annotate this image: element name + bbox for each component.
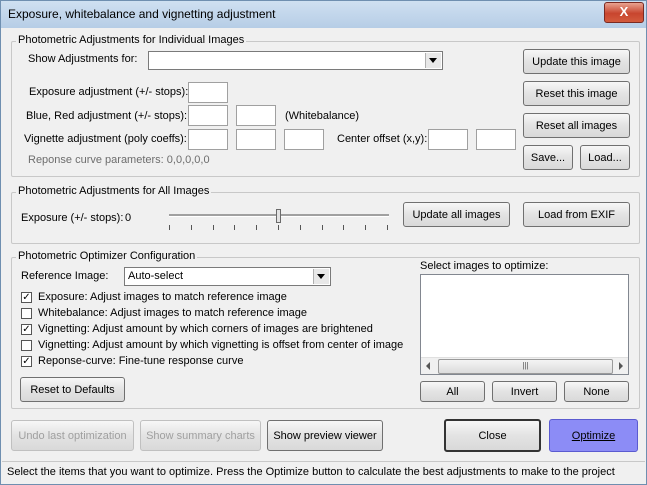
exposure-adjustment-label: Exposure adjustment (+/- stops): — [29, 86, 189, 98]
reset-all-images-button[interactable]: Reset all images — [523, 113, 630, 138]
select-images-label: Select images to optimize: — [420, 260, 549, 272]
show-summary-charts-button[interactable]: Show summary charts — [140, 420, 261, 451]
all-adjustments-legend: Photometric Adjustments for All Images — [16, 185, 212, 197]
optimizer-option-checkbox[interactable]: ✓ — [21, 356, 32, 367]
scrollbar-thumb[interactable]: ||| — [438, 359, 613, 374]
close-button[interactable]: Close — [444, 419, 541, 452]
blue-adjustment-input[interactable] — [188, 105, 228, 126]
close-window-button[interactable]: X — [604, 2, 644, 23]
slider-ticks — [169, 225, 389, 231]
slider-tick — [343, 225, 344, 230]
optimizer-option-checkbox[interactable] — [21, 308, 32, 319]
load-from-exif-button[interactable]: Load from EXIF — [523, 202, 630, 227]
center-offset-label: Center offset (x,y): — [337, 133, 428, 145]
optimizer-option-checkbox[interactable] — [21, 340, 32, 351]
optimizer-config-legend: Photometric Optimizer Configuration — [16, 250, 198, 262]
slider-tick — [169, 225, 170, 230]
scroll-right-icon[interactable] — [619, 362, 623, 370]
scroll-left-icon[interactable] — [426, 362, 430, 370]
reset-to-defaults-button[interactable]: Reset to Defaults — [20, 377, 125, 402]
window-title: Exposure, whitebalance and vignetting ad… — [8, 7, 276, 21]
reference-image-dropdown-arrow[interactable] — [313, 269, 329, 284]
whitebalance-label: (Whitebalance) — [285, 110, 359, 122]
status-bar: Select the items that you want to optimi… — [2, 461, 645, 484]
slider-tick — [365, 225, 366, 230]
red-adjustment-input[interactable] — [236, 105, 276, 126]
slider-tick — [322, 225, 323, 230]
exposure-adjustment-input[interactable] — [188, 82, 228, 103]
slider-tick — [213, 225, 214, 230]
images-listbox[interactable]: ||| — [420, 274, 629, 375]
title-bar: Exposure, whitebalance and vignetting ad… — [1, 1, 646, 28]
exposure-slider[interactable] — [169, 207, 391, 237]
slider-tick — [191, 225, 192, 230]
chevron-down-icon — [317, 274, 325, 279]
reference-image-label: Reference Image: — [21, 270, 109, 282]
update-all-images-button[interactable]: Update all images — [403, 202, 510, 227]
load-button[interactable]: Load... — [580, 145, 630, 170]
optimizer-option-checkbox[interactable]: ✓ — [21, 324, 32, 335]
optimize-button[interactable]: Optimize — [549, 419, 638, 452]
response-curve-parameters: Reponse curve parameters: 0,0,0,0,0 — [28, 154, 210, 166]
optimizer-option-label: Vignetting: Adjust amount by which vigne… — [38, 339, 404, 351]
optimizer-option-label: Reponse-curve: Fine-tune response curve — [38, 355, 244, 367]
optimizer-option-label: Exposure: Adjust images to match referen… — [38, 291, 287, 303]
center-offset-x-input[interactable] — [428, 129, 468, 150]
slider-tick — [387, 225, 388, 230]
slider-tick — [234, 225, 235, 230]
vignette-adjustment-label: Vignette adjustment (poly coeffs): — [24, 133, 187, 145]
listbox-horizontal-scrollbar[interactable]: ||| — [421, 357, 628, 374]
show-adjustments-label: Show Adjustments for: — [28, 53, 138, 65]
vignette-coeff-1-input[interactable] — [188, 129, 228, 150]
optimizer-option-checkbox[interactable]: ✓ — [21, 292, 32, 303]
save-button[interactable]: Save... — [523, 145, 573, 170]
vignette-coeff-2-input[interactable] — [236, 129, 276, 150]
exposure-all-value: 0 — [125, 212, 132, 224]
optimizer-option-label: Whitebalance: Adjust images to match ref… — [38, 307, 308, 319]
undo-last-optimization-button[interactable]: Undo last optimization — [11, 420, 134, 451]
center-offset-y-input[interactable] — [476, 129, 516, 150]
slider-thumb[interactable] — [276, 209, 281, 223]
show-adjustments-dropdown-arrow[interactable] — [425, 53, 441, 68]
reference-image-select[interactable]: Auto-select — [124, 267, 331, 286]
show-adjustments-select[interactable] — [148, 51, 443, 70]
exposure-all-label: Exposure (+/- stops): — [21, 212, 124, 224]
show-preview-viewer-button[interactable]: Show preview viewer — [267, 420, 383, 451]
slider-tick — [278, 225, 279, 230]
slider-tick — [300, 225, 301, 230]
optimizer-option-label: Vignetting: Adjust amount by which corne… — [38, 323, 373, 335]
reset-this-image-button[interactable]: Reset this image — [523, 81, 630, 106]
status-text: Select the items that you want to optimi… — [7, 466, 615, 478]
blue-red-label: Blue, Red adjustment (+/- stops): — [26, 110, 188, 122]
chevron-down-icon — [429, 58, 437, 63]
select-none-button[interactable]: None — [564, 381, 629, 402]
individual-adjustments-legend: Photometric Adjustments for Individual I… — [16, 34, 247, 46]
vignette-coeff-3-input[interactable] — [284, 129, 324, 150]
select-all-button[interactable]: All — [420, 381, 485, 402]
dialog-window: Exposure, whitebalance and vignetting ad… — [0, 0, 647, 485]
update-this-image-button[interactable]: Update this image — [523, 49, 630, 74]
invert-selection-button[interactable]: Invert — [492, 381, 557, 402]
optimize-label: Optimize — [571, 429, 616, 442]
slider-tick — [256, 225, 257, 230]
